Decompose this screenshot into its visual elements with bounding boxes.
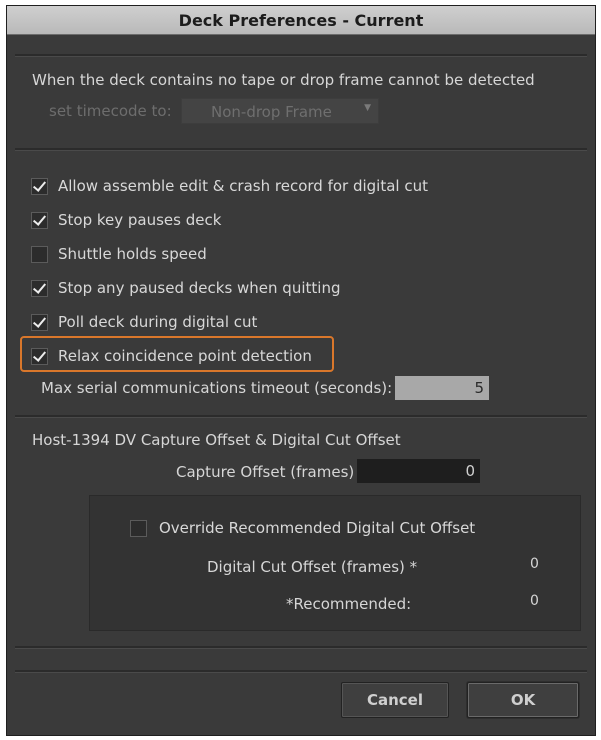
option-stop-key-pauses[interactable]: Stop key pauses deck [31,208,221,232]
checkmark-icon [32,313,47,328]
cancel-button[interactable]: Cancel [341,682,449,718]
option-poll-deck[interactable]: Poll deck during digital cut [31,310,257,334]
option-label: Shuttle holds speed [58,245,207,263]
option-label: Stop key pauses deck [58,211,222,229]
checkmark-icon [32,177,47,192]
divider [15,646,587,649]
checkbox[interactable] [31,245,48,263]
recommended-label: *Recommended: [286,595,412,613]
digital-cut-offset-label: Digital Cut Offset (frames) * [207,558,418,576]
option-override-recommended[interactable]: Override Recommended Digital Cut Offset [130,516,475,540]
divider [15,670,587,673]
dv-offset-heading: Host-1394 DV Capture Offset & Digital Cu… [32,431,401,449]
serial-timeout-input[interactable]: 5 [395,376,489,400]
option-label: Override Recommended Digital Cut Offset [159,519,476,537]
option-stop-paused-decks[interactable]: Stop any paused decks when quitting [31,276,340,300]
capture-offset-label: Capture Offset (frames) [176,463,355,481]
dialog-title-bar[interactable]: Deck Preferences - Current [7,6,595,35]
chevron-down-icon: ▼ [364,103,371,113]
checkbox[interactable] [31,211,48,229]
option-label: Stop any paused decks when quitting [58,279,341,297]
divider [15,148,587,151]
checkbox[interactable] [31,177,48,195]
checkmark-icon [32,211,47,226]
divider [15,54,587,57]
option-label: Relax coincidence point detection [58,347,312,365]
serial-timeout-label: Max serial communications timeout (secon… [41,379,393,397]
recommended-value: 0 [530,593,539,609]
digital-cut-offset-panel: Override Recommended Digital Cut Offset … [89,495,581,631]
timecode-label: set timecode to: [49,102,172,120]
checkbox[interactable] [31,279,48,297]
option-shuttle-holds-speed[interactable]: Shuttle holds speed [31,242,207,266]
checkbox[interactable] [130,519,147,537]
capture-offset-input[interactable]: 0 [357,459,480,483]
divider [15,415,587,418]
deck-preferences-dialog: Deck Preferences - Current When the deck… [6,5,596,736]
option-relax-coincidence[interactable]: Relax coincidence point detection [31,344,312,368]
option-label: Allow assemble edit & crash record for d… [58,177,428,195]
timecode-value: Non-drop Frame [211,103,332,121]
digital-cut-offset-value: 0 [530,556,539,572]
checkbox[interactable] [31,313,48,331]
checkmark-icon [32,279,47,294]
timecode-dropdown: Non-drop Frame ▼ [181,98,379,124]
option-label: Poll deck during digital cut [58,313,258,331]
option-allow-assemble-edit[interactable]: Allow assemble edit & crash record for d… [31,174,428,198]
checkbox[interactable] [31,347,48,365]
timecode-description: When the deck contains no tape or drop f… [32,71,535,89]
dialog-title: Deck Preferences - Current [178,10,424,30]
checkmark-icon [32,347,47,362]
ok-button[interactable]: OK [467,682,579,718]
